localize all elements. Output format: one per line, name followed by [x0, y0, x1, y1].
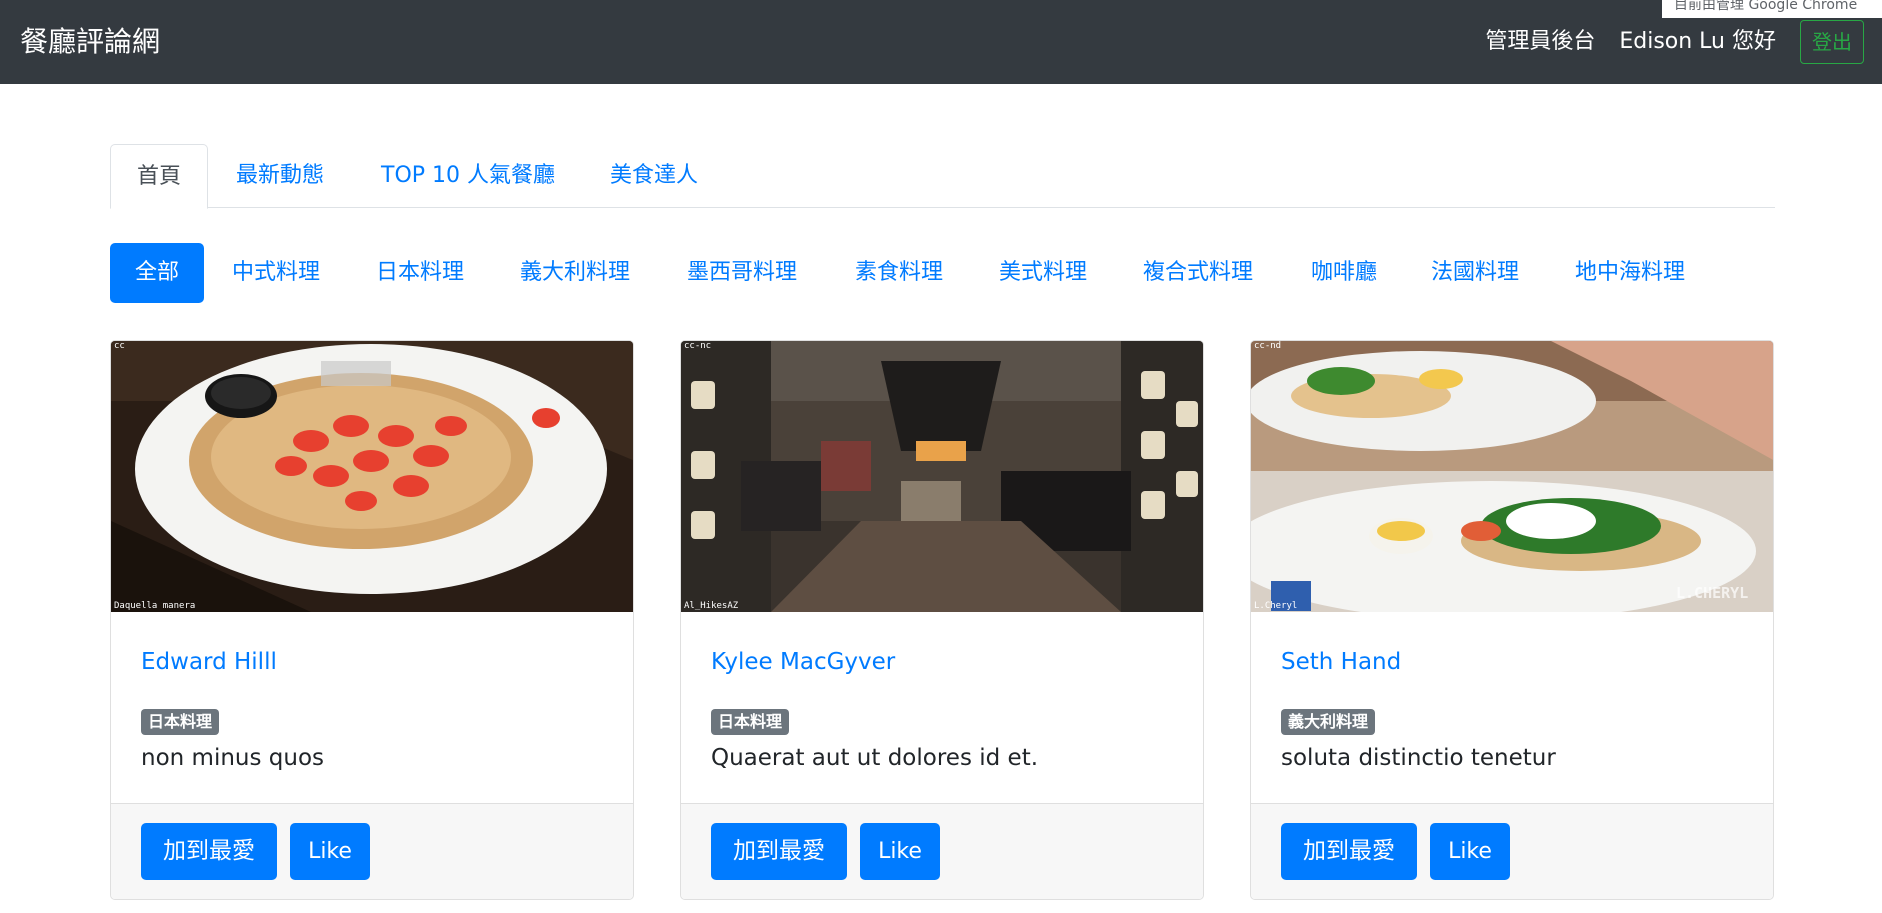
top-navbar: 餐廳評論網 管理員後台 Edison Lu 您好 登出 — [0, 0, 1882, 84]
category-fusion[interactable]: 複合式料理 — [1118, 243, 1278, 303]
add-favorite-button[interactable]: 加到最愛 — [711, 823, 847, 880]
restaurant-card: cc-nd L.Cheryl L.CHERYL Seth Hand 義大利料理 … — [1250, 340, 1774, 900]
category-american[interactable]: 美式料理 — [974, 243, 1112, 303]
category-french[interactable]: 法國料理 — [1406, 243, 1544, 303]
user-greeting: Edison Lu 您好 — [1619, 29, 1776, 54]
image-license: cc — [114, 341, 125, 351]
card-footer: 加到最愛 Like — [111, 803, 633, 899]
category-mediterranean[interactable]: 地中海料理 — [1550, 243, 1710, 303]
add-favorite-button[interactable]: 加到最愛 — [141, 823, 277, 880]
restaurant-description: soluta distinctio tenetur — [1281, 745, 1556, 771]
category-italian[interactable]: 義大利料理 — [495, 243, 655, 303]
category-vegetarian[interactable]: 素食料理 — [830, 243, 968, 303]
category-japanese[interactable]: 日本料理 — [351, 243, 489, 303]
restaurant-description: non minus quos — [141, 745, 325, 771]
image-license: cc-nd — [1254, 341, 1282, 351]
image-watermark: L.CHERYL — [1676, 584, 1749, 602]
image-credit: L.Cheryl — [1254, 601, 1298, 611]
category-badge: 義大利料理 — [1281, 709, 1376, 735]
restaurant-card: cc Daquella manera Edward Hilll 日本料理 non… — [110, 340, 634, 900]
admin-link[interactable]: 管理員後台 — [1485, 20, 1595, 64]
tab-latest[interactable]: 最新動態 — [210, 144, 350, 208]
category-badge: 日本料理 — [711, 709, 790, 735]
card-footer: 加到最愛 Like — [681, 803, 1203, 899]
restaurant-name-link[interactable]: Edward Hilll — [141, 647, 277, 677]
category-badge: 日本料理 — [141, 709, 220, 735]
like-button[interactable]: Like — [1430, 823, 1510, 880]
restaurant-name-link[interactable]: Kylee MacGyver — [711, 647, 895, 677]
logout-button[interactable]: 登出 — [1800, 20, 1864, 64]
category-mexican[interactable]: 墨西哥料理 — [662, 243, 822, 303]
add-favorite-button[interactable]: 加到最愛 — [1281, 823, 1417, 880]
card-footer: 加到最愛 Like — [1251, 803, 1773, 899]
like-button[interactable]: Like — [290, 823, 370, 880]
image-credit: Daquella manera — [114, 601, 196, 611]
restaurant-image[interactable]: cc-nd L.Cheryl L.CHERYL — [1251, 341, 1773, 612]
category-all[interactable]: 全部 — [110, 243, 205, 303]
image-credit: Al_HikesAZ — [684, 601, 739, 611]
restaurant-image[interactable]: cc-nc Al_HikesAZ — [681, 341, 1203, 612]
category-chinese[interactable]: 中式料理 — [207, 243, 345, 303]
restaurant-description: Quaerat aut ut dolores id et. — [711, 745, 1039, 771]
restaurant-image[interactable]: cc Daquella manera — [111, 341, 633, 612]
category-cafe[interactable]: 咖啡廳 — [1286, 243, 1402, 303]
tab-foodies[interactable]: 美食達人 — [584, 144, 724, 208]
navbar-right: 管理員後台 Edison Lu 您好 登出 — [1485, 20, 1864, 64]
restaurant-name-link[interactable]: Seth Hand — [1281, 647, 1401, 677]
image-license: cc-nc — [684, 341, 712, 351]
like-button[interactable]: Like — [860, 823, 940, 880]
tab-home[interactable]: 首頁 — [110, 144, 209, 209]
site-brand[interactable]: 餐廳評論網 — [20, 22, 160, 62]
tab-top10[interactable]: TOP 10 人氣餐廳 — [355, 144, 581, 208]
main-tabs: 首頁 最新動態 TOP 10 人氣餐廳 美食達人 — [110, 144, 1775, 209]
browser-tooltip: 目前由管理 Google Chrome — [1662, 0, 1882, 18]
restaurant-card: cc-nc Al_HikesAZ Kylee MacGyver 日本料理 Qua… — [680, 340, 1204, 900]
